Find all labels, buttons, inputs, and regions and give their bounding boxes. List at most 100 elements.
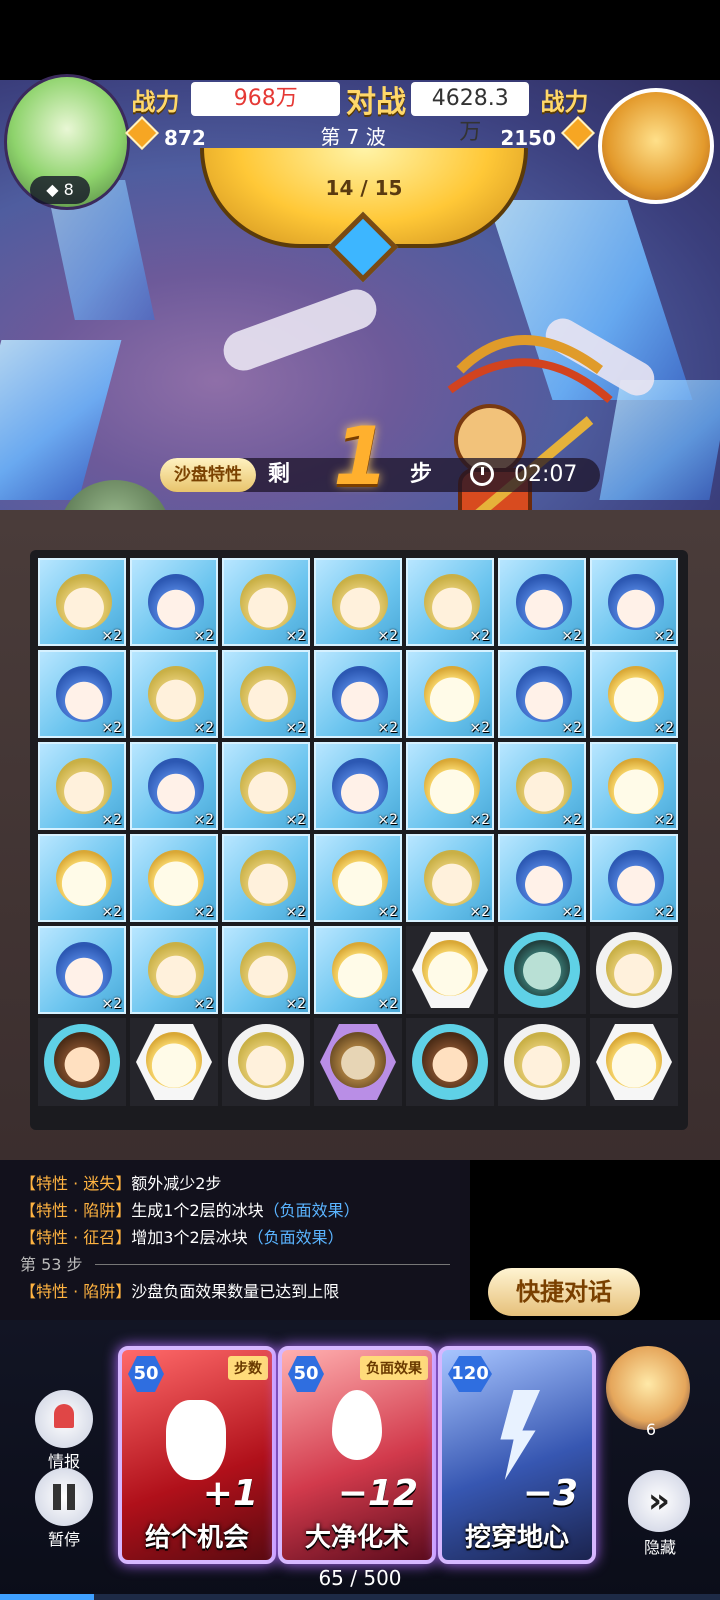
remaining-label: 剩 <box>268 462 291 487</box>
character-tile[interactable] <box>498 926 586 1014</box>
blue-character-icon <box>148 758 204 814</box>
ice-tile[interactable]: ×2 <box>222 834 310 922</box>
step-unit-label: 步 <box>410 462 433 487</box>
ice-layer-count: ×2 <box>193 628 214 644</box>
ice-tile[interactable]: ×2 <box>222 926 310 1014</box>
ice-layer-count: ×2 <box>101 812 122 828</box>
card-cost: 50 <box>128 1356 164 1392</box>
character-tile[interactable] <box>590 1018 678 1106</box>
yellow-character-icon <box>424 758 480 814</box>
ice-tile[interactable]: ×2 <box>38 834 126 922</box>
log-step-label: 第 53 步 <box>20 1255 83 1274</box>
ice-tile[interactable]: ×2 <box>590 650 678 738</box>
blue-character-icon <box>608 850 664 906</box>
log-trait-tag: 【特性 · 迷失】 <box>20 1174 132 1193</box>
siren-light <box>54 1404 74 1428</box>
ice-tile[interactable]: ×2 <box>498 834 586 922</box>
ice-tile[interactable]: ×2 <box>130 558 218 646</box>
ice-tile[interactable]: ×2 <box>130 926 218 1014</box>
skill-card-purify[interactable]: 50 负面效果 −12 大净化术 <box>278 1346 436 1564</box>
ice-tile[interactable]: ×2 <box>314 558 402 646</box>
tile-grid: ×2 ×2 ×2 ×2 ×2 ×2 ×2 ×2 ×2 ×2 ×2 ×2 ×2 ×2 ×2 ×2 ×2 ×2 ×2 ×2… <box>38 558 680 1106</box>
ice-tile[interactable]: ×2 <box>406 742 494 830</box>
ice-tile[interactable]: ×2 <box>314 926 402 1014</box>
player-level-badge: ◆ 8 <box>30 176 90 204</box>
ice-tile[interactable]: ×2 <box>498 742 586 830</box>
ice-tile[interactable]: ×2 <box>38 742 126 830</box>
ice-layer-count: ×2 <box>653 720 674 736</box>
ice-tile[interactable]: ×2 <box>38 650 126 738</box>
remaining-steps: 1 <box>333 410 389 503</box>
ice-tile[interactable]: ×2 <box>222 558 310 646</box>
character-tile[interactable] <box>406 1018 494 1106</box>
ice-layer-count: ×2 <box>469 812 490 828</box>
vs-label: 对战 <box>345 85 406 120</box>
green-character-icon <box>56 758 112 814</box>
ice-tile[interactable]: ×2 <box>314 742 402 830</box>
enemy-avatar[interactable] <box>598 88 714 204</box>
ice-tile[interactable]: ×2 <box>590 742 678 830</box>
green-character-icon <box>56 574 112 630</box>
yellow-character-icon <box>332 850 388 906</box>
ice-tile[interactable]: ×2 <box>130 742 218 830</box>
green-character-icon <box>240 666 296 722</box>
skill-card-dig-core[interactable]: 120 −3 挖穿地心 <box>438 1346 596 1564</box>
card-value: −3 <box>522 1473 578 1514</box>
card-cost: 50 <box>288 1356 324 1392</box>
negative-effect-link[interactable]: （负面效果） <box>248 1228 344 1247</box>
character-tile[interactable] <box>222 1018 310 1106</box>
character-tile[interactable] <box>314 1018 402 1106</box>
ice-layer-count: ×2 <box>561 628 582 644</box>
sandbox-trait-button[interactable]: 沙盘特性 <box>160 458 256 492</box>
info-button[interactable]: 情报 <box>34 1390 94 1472</box>
power-row: 战力 968万 对战 4628.3万 战力 <box>120 80 600 145</box>
ice-tile[interactable]: ×2 <box>498 558 586 646</box>
ice-tile[interactable]: ×2 <box>406 650 494 738</box>
ice-tile[interactable]: ×2 <box>406 558 494 646</box>
player-level: 8 <box>63 180 74 199</box>
character-tile[interactable] <box>406 926 494 1014</box>
ice-tile[interactable]: ×2 <box>590 834 678 922</box>
log-trait-tag: 【特性 · 陷阱】 <box>20 1282 132 1301</box>
mask-character-icon <box>514 940 570 996</box>
yellow-character-icon <box>608 666 664 722</box>
ice-tile[interactable]: ×2 <box>38 558 126 646</box>
ice-tile[interactable]: ×2 <box>38 926 126 1014</box>
green-character-icon <box>148 666 204 722</box>
skill-card-give-chance[interactable]: 50 步数 +1 给个机会 <box>118 1346 276 1564</box>
pause-button[interactable]: 暂停 <box>34 1468 94 1550</box>
ice-tile[interactable]: ×2 <box>314 834 402 922</box>
ice-tile[interactable]: ×2 <box>130 834 218 922</box>
ice-tile[interactable]: ×2 <box>222 742 310 830</box>
yellow-character-icon <box>606 1032 662 1088</box>
ice-tile[interactable]: ×2 <box>222 650 310 738</box>
ice-layer-count: ×2 <box>193 812 214 828</box>
ice-tile[interactable]: ×2 <box>314 650 402 738</box>
enemy-power: 4628.3万 <box>411 82 530 145</box>
negative-effect-link[interactable]: （负面效果） <box>264 1201 360 1220</box>
ice-layer-count: ×2 <box>377 904 398 920</box>
character-tile[interactable] <box>590 926 678 1014</box>
ice-tile[interactable]: ×2 <box>130 650 218 738</box>
log-step-separator: 第 53 步 <box>20 1251 450 1278</box>
character-tile[interactable] <box>498 1018 586 1106</box>
log-text: 额外减少2步 <box>131 1174 222 1193</box>
companion-avatar[interactable] <box>606 1346 690 1430</box>
character-tile[interactable] <box>38 1018 126 1106</box>
character-tile[interactable] <box>130 1018 218 1106</box>
enemy-score: 2150 <box>500 125 556 150</box>
status-area <box>0 0 720 80</box>
yellow-character-icon <box>424 666 480 722</box>
log-line: 【特性 · 征召】增加3个2层冰块（负面效果） <box>20 1224 450 1251</box>
double-chevron-right-icon[interactable]: » <box>628 1470 690 1532</box>
yellow-character-icon <box>332 942 388 998</box>
pause-label: 暂停 <box>47 1530 80 1549</box>
ice-tile[interactable]: ×2 <box>406 834 494 922</box>
ice-layer-count: ×2 <box>101 904 122 920</box>
ice-tile[interactable]: ×2 <box>590 558 678 646</box>
blue-character-icon <box>608 574 664 630</box>
ice-tile[interactable]: ×2 <box>498 650 586 738</box>
ice-layer-count: ×2 <box>285 812 306 828</box>
quick-chat-button[interactable]: 快捷对话 <box>488 1268 640 1316</box>
hide-label: 隐藏 <box>643 1538 676 1557</box>
